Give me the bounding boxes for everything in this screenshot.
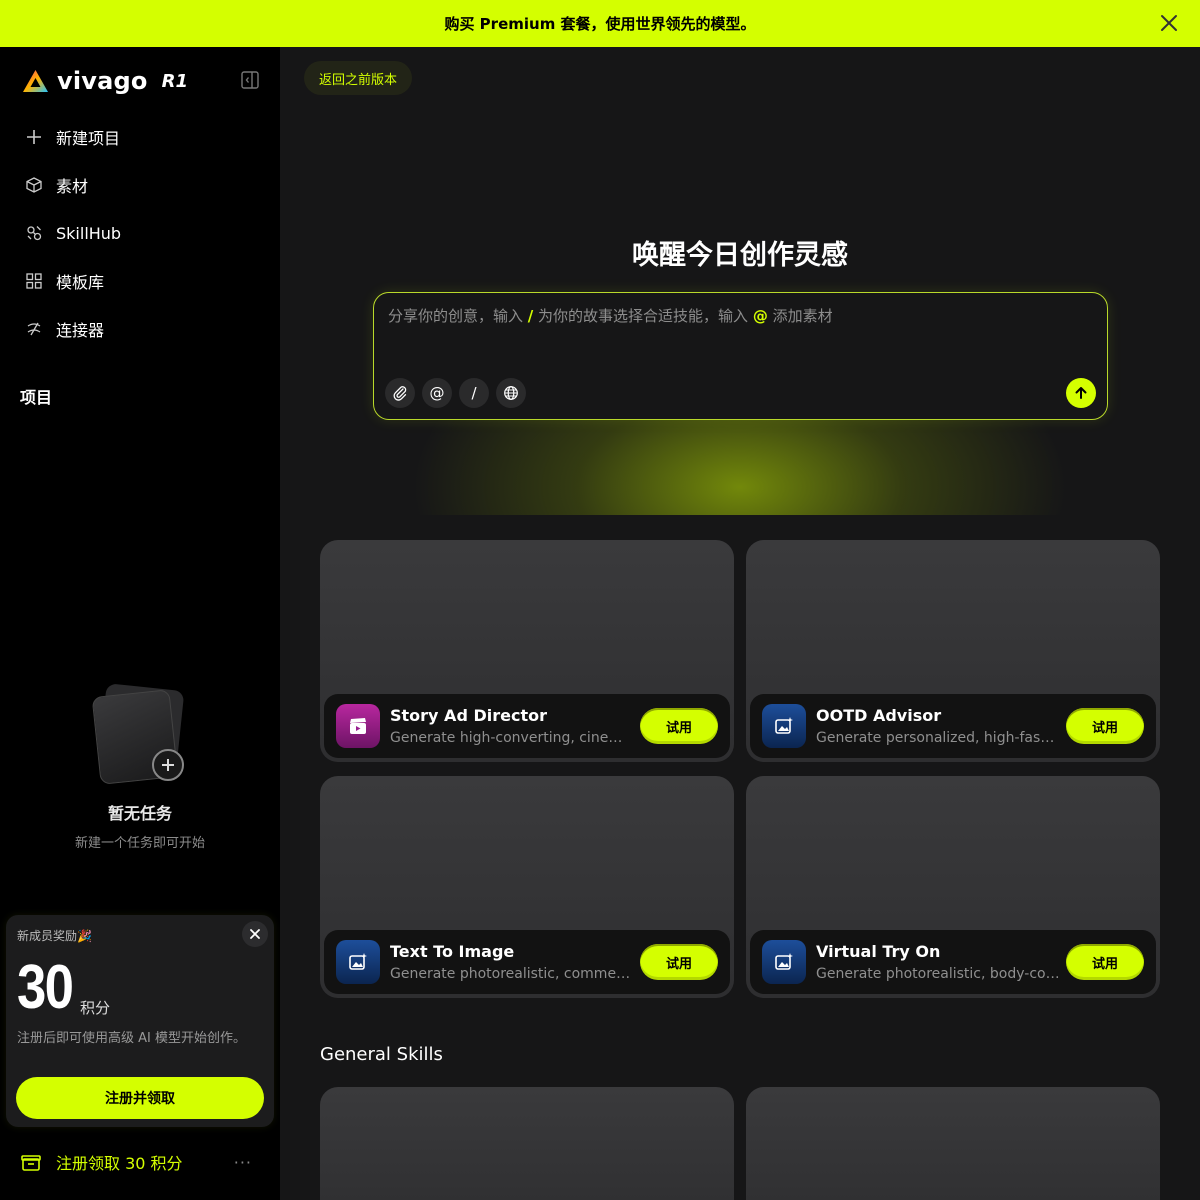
sidebar-item-label: SkillHub xyxy=(56,223,122,243)
attach-icon[interactable] xyxy=(385,378,415,408)
skill-card-virtual-try-on[interactable]: Virtual Try On Generate photorealistic, … xyxy=(746,776,1160,998)
skill-card-text-to-image[interactable]: Text To Image Generate photorealistic, c… xyxy=(320,776,734,998)
promo-banner: 购买 Premium 套餐，使用世界领先的模型。 xyxy=(0,0,1200,47)
back-to-previous-version-button[interactable]: 返回之前版本 xyxy=(304,61,413,95)
sidebar-item-templates[interactable]: 模板库 xyxy=(20,257,260,305)
more-icon[interactable]: ··· xyxy=(234,1153,252,1172)
prompt-placeholder[interactable]: 分享你的创意，输入 / 为你的故事选择合适技能，输入 @ 添加素材 xyxy=(388,305,833,326)
sidebar-item-assets[interactable]: 素材 xyxy=(20,161,260,209)
sidebar-item-new-project[interactable]: 新建项目 xyxy=(20,113,260,161)
general-skill-card[interactable] xyxy=(320,1087,734,1200)
brand-logo[interactable]: vivago R1 xyxy=(22,67,188,95)
sidebar-item-label: 模板库 xyxy=(56,273,105,292)
skill-card-info: OOTD Advisor Generate personalized, high… xyxy=(750,694,1156,758)
reward-points: 30 xyxy=(17,953,74,1022)
sidebar-item-label: 新建项目 xyxy=(56,129,121,148)
register-claim-button[interactable]: 注册并领取 xyxy=(16,1077,264,1119)
skills-icon xyxy=(24,223,44,243)
hero-title: 唤醒今日创作灵感 xyxy=(632,240,848,271)
skill-name: OOTD Advisor xyxy=(816,706,942,725)
try-button[interactable]: 试用 xyxy=(1066,944,1144,980)
skill-card-story-ad-director[interactable]: Story Ad Director Generate high-converti… xyxy=(320,540,734,762)
globe-icon[interactable] xyxy=(496,378,526,408)
placeholder-text: 添加素材 xyxy=(767,307,833,325)
sidebar-item-label: 素材 xyxy=(56,177,89,196)
banner-text: 购买 Premium 套餐，使用世界领先的模型。 xyxy=(444,15,756,33)
plus-icon xyxy=(24,127,44,147)
try-button[interactable]: 试用 xyxy=(640,708,718,744)
cube-icon xyxy=(24,175,44,195)
sidebar-item-skillhub[interactable]: SkillHub xyxy=(20,209,260,257)
try-button[interactable]: 试用 xyxy=(1066,708,1144,744)
sidebar-nav: 新建项目 素材 SkillHub 模板库 连接器 xyxy=(20,113,260,353)
general-skills-title: General Skills xyxy=(320,1044,443,1065)
skill-description: Generate high-converting, cinematic ad s… xyxy=(390,730,634,746)
image-sparkle-icon xyxy=(762,704,806,748)
sidebar-item-label: 连接器 xyxy=(56,321,105,340)
brand-model: R1 xyxy=(161,70,188,92)
main-content: 返回之前版本 唤醒今日创作灵感 分享你的创意，输入 / 为你的故事选择合适技能，… xyxy=(280,47,1200,1200)
sidebar-item-connectors[interactable]: 连接器 xyxy=(20,305,260,353)
skill-card-info: Text To Image Generate photorealistic, c… xyxy=(324,930,730,994)
arrow-up-icon xyxy=(1075,387,1087,399)
prompt-toolbar: @ / xyxy=(385,378,526,408)
vivago-logo-icon xyxy=(23,70,48,92)
brand-name: vivago xyxy=(57,67,148,95)
clapper-icon xyxy=(336,704,380,748)
skill-card-info: Virtual Try On Generate photorealistic, … xyxy=(750,930,1156,994)
skill-description: Generate personalized, high-fashion outf… xyxy=(816,730,1060,746)
placeholder-text: 为你的故事选择合适技能，输入 xyxy=(533,307,753,325)
add-task-icon[interactable] xyxy=(152,749,184,781)
empty-tasks: 暂无任务 新建一个任务即可开始 xyxy=(0,683,280,851)
close-icon[interactable] xyxy=(1158,12,1180,34)
send-button[interactable] xyxy=(1066,378,1096,408)
register-points-bar[interactable]: 注册领取 30 积分 ··· xyxy=(20,1147,260,1177)
reward-unit: 积分 xyxy=(80,999,111,1017)
collapse-sidebar-icon[interactable] xyxy=(240,70,260,90)
skill-card-info: Story Ad Director Generate high-converti… xyxy=(324,694,730,758)
register-points-label: 注册领取 30 积分 xyxy=(56,1154,183,1173)
placeholder-text: 分享你的创意，输入 xyxy=(388,307,528,325)
placeholder-at: @ xyxy=(752,307,768,325)
empty-subtitle: 新建一个任务即可开始 xyxy=(74,836,205,851)
new-member-reward-card: 新成员奖励🎉 30 积分 注册后即可使用高级 AI 模型开始创作。 注册并领取 xyxy=(6,915,274,1127)
general-skill-card[interactable] xyxy=(746,1087,1160,1200)
sidebar: vivago R1 新建项目 素材 SkillHub 模板库 连接器 项目 暂无… xyxy=(0,47,280,1200)
mention-icon[interactable]: @ xyxy=(422,378,452,408)
skill-description: Generate photorealistic, body-conforming… xyxy=(816,966,1060,982)
link-icon xyxy=(24,319,44,339)
reward-description: 注册后即可使用高级 AI 模型开始创作。 xyxy=(17,1031,246,1046)
skill-name: Story Ad Director xyxy=(390,706,547,725)
image-sparkle-icon xyxy=(762,940,806,984)
skill-name: Virtual Try On xyxy=(816,942,941,961)
slash-command-icon[interactable]: / xyxy=(459,378,489,408)
skill-card-ootd-advisor[interactable]: OOTD Advisor Generate personalized, high… xyxy=(746,540,1160,762)
image-sparkle-icon xyxy=(336,940,380,984)
gift-icon xyxy=(21,1155,41,1171)
projects-section-title: 项目 xyxy=(20,388,53,407)
empty-illustration xyxy=(90,683,190,787)
skill-name: Text To Image xyxy=(390,942,515,961)
close-icon[interactable] xyxy=(242,921,268,947)
empty-title: 暂无任务 xyxy=(107,804,172,823)
prompt-box[interactable]: 分享你的创意，输入 / 为你的故事选择合适技能，输入 @ 添加素材 @ / xyxy=(373,292,1108,420)
try-button[interactable]: 试用 xyxy=(640,944,718,980)
grid-icon xyxy=(24,271,44,291)
reward-title: 新成员奖励🎉 xyxy=(17,929,92,943)
skill-description: Generate photorealistic, commercial imag… xyxy=(390,966,634,982)
